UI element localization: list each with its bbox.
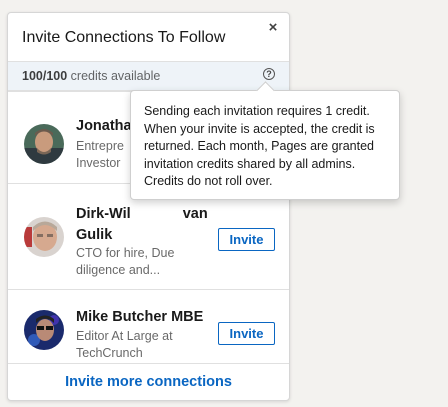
connection-row: Mike Butcher MBE Editor At Large at Tech… <box>8 289 289 364</box>
connection-name[interactable]: Mike Butcher MBE <box>76 307 216 328</box>
close-icon[interactable]: × <box>265 20 281 36</box>
invite-button[interactable]: Invite <box>218 322 275 345</box>
panel-header: Invite Connections To Follow × <box>8 13 289 61</box>
help-icon[interactable]: ? <box>263 68 275 80</box>
panel-footer: Invite more connections <box>8 363 289 400</box>
tooltip-text: Sending each invitation requires 1 credi… <box>144 104 375 188</box>
panel-title: Invite Connections To Follow <box>22 29 226 46</box>
invite-more-connections-link[interactable]: Invite more connections <box>8 374 289 390</box>
connection-headline-line2: TechCrunch <box>76 346 143 360</box>
connection-name-line2[interactable]: Gulik <box>76 225 216 246</box>
credits-text: 100/100 credits available <box>22 69 160 83</box>
avatar <box>24 310 64 350</box>
connection-headline-line1: Editor At Large at <box>76 329 173 343</box>
avatar <box>24 124 64 164</box>
credits-count: 100/100 <box>22 69 68 83</box>
connection-headline-line1: CTO for hire, Due <box>76 246 175 260</box>
connection-name-first: Dirk-Wil <box>76 206 131 222</box>
credits-tooltip: Sending each invitation requires 1 credi… <box>130 81 400 200</box>
connection-headline-line2: diligence and... <box>76 263 161 277</box>
avatar <box>24 217 64 257</box>
connection-name-middle: van <box>182 206 208 222</box>
invite-connections-panel: Invite Connections To Follow × 100/100 c… <box>7 12 290 401</box>
credits-label: credits available <box>70 69 161 83</box>
connection-name[interactable]: Dirk-Wil van <box>76 204 216 225</box>
credits-bar: 100/100 credits available ? <box>8 61 289 91</box>
invite-button[interactable]: Invite <box>218 228 275 251</box>
